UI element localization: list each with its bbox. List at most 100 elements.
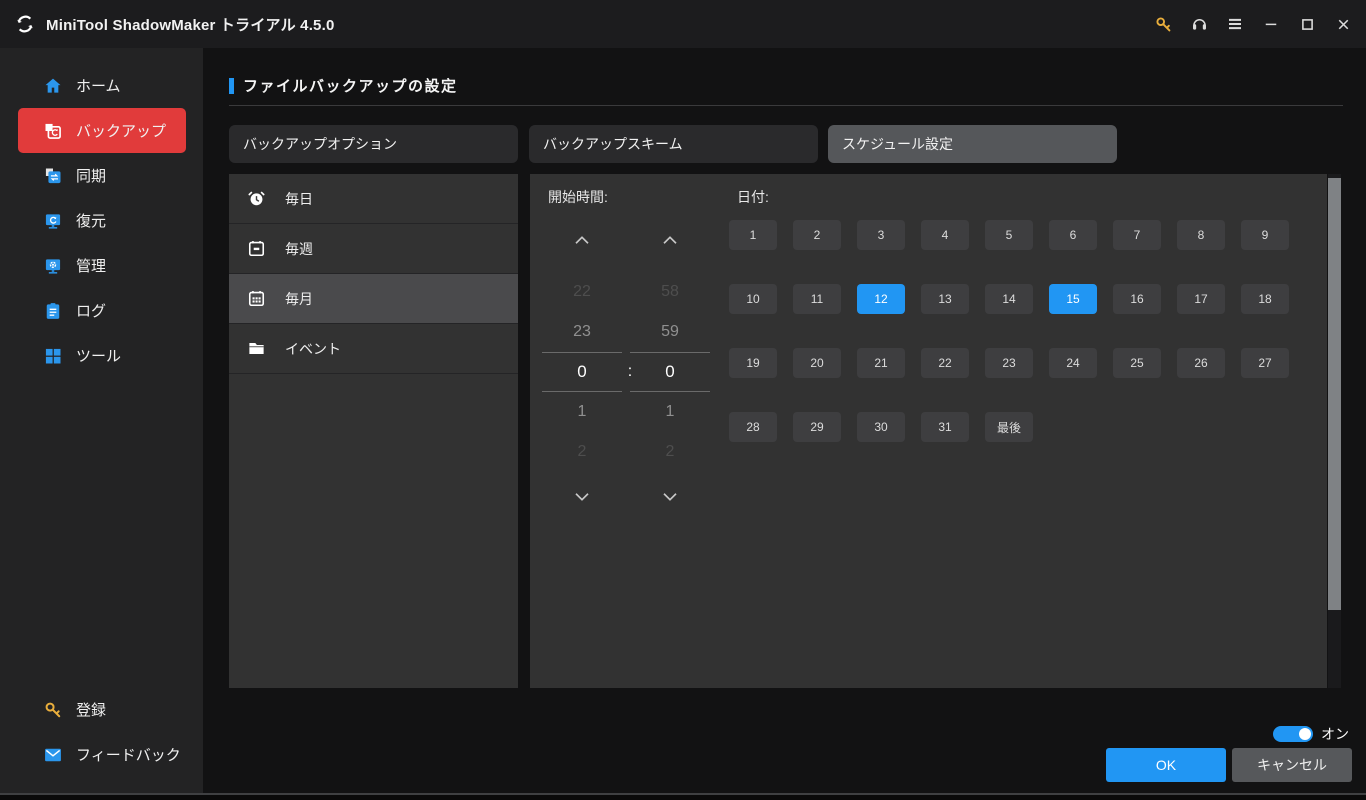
day-button-3[interactable]: 3 xyxy=(857,220,905,250)
scrollbar-track[interactable] xyxy=(1328,174,1341,688)
day-button-1[interactable]: 1 xyxy=(729,220,777,250)
day-button-6[interactable]: 6 xyxy=(1049,220,1097,250)
tab-schedule-settings[interactable]: スケジュール設定 xyxy=(828,125,1117,163)
sidebar-item-tools[interactable]: ツール xyxy=(18,333,186,378)
day-button-18[interactable]: 18 xyxy=(1241,284,1289,314)
titlebar: MiniTool ShadowMaker トライアル 4.5.0 xyxy=(0,0,1366,48)
sidebar-item-home[interactable]: ホーム xyxy=(18,63,186,108)
cancel-button[interactable]: キャンセル xyxy=(1232,748,1352,782)
minute-selected-value[interactable]: 0 xyxy=(630,352,710,392)
day-button-28[interactable]: 28 xyxy=(729,412,777,442)
hour-down-button[interactable] xyxy=(542,488,622,512)
tab-label: バックアップオプション xyxy=(243,134,397,154)
day-button-22[interactable]: 22 xyxy=(921,348,969,378)
day-button-20[interactable]: 20 xyxy=(793,348,841,378)
page-header: ファイルバックアップの設定 xyxy=(229,75,458,96)
hour-up-button[interactable] xyxy=(542,230,622,254)
day-button-29[interactable]: 29 xyxy=(793,412,841,442)
folder-icon xyxy=(245,338,267,360)
day-button-26[interactable]: 26 xyxy=(1177,348,1225,378)
chevron-down-icon xyxy=(661,491,679,509)
day-button-12[interactable]: 12 xyxy=(857,284,905,314)
minute-value[interactable]: 58 xyxy=(630,272,710,312)
sidebar-item-sync[interactable]: 同期 xyxy=(18,153,186,198)
sidebar-item-log[interactable]: ログ xyxy=(18,288,186,333)
ok-button[interactable]: OK xyxy=(1106,748,1226,782)
schedule-type-label: 毎月 xyxy=(285,289,313,309)
tab-backup-scheme[interactable]: バックアップスキーム xyxy=(529,125,818,163)
close-button[interactable] xyxy=(1332,13,1354,35)
minute-value[interactable]: 59 xyxy=(630,312,710,352)
minute-values: 5859012 xyxy=(630,272,710,472)
day-button-23[interactable]: 23 xyxy=(985,348,1033,378)
day-button-2[interactable]: 2 xyxy=(793,220,841,250)
day-button-24[interactable]: 24 xyxy=(1049,348,1097,378)
day-button-11[interactable]: 11 xyxy=(793,284,841,314)
calendar-week-icon xyxy=(245,238,267,260)
day-button-25[interactable]: 25 xyxy=(1113,348,1161,378)
day-button-8[interactable]: 8 xyxy=(1177,220,1225,250)
day-button-15[interactable]: 15 xyxy=(1049,284,1097,314)
menu-icon[interactable] xyxy=(1224,13,1246,35)
minute-spinner: 5859012 xyxy=(630,230,710,512)
schedule-enabled-toggle[interactable] xyxy=(1273,726,1313,742)
day-button-9[interactable]: 9 xyxy=(1241,220,1289,250)
schedule-type-monthly[interactable]: 毎月 xyxy=(229,274,518,324)
hour-value[interactable]: 22 xyxy=(542,272,622,312)
day-button-16[interactable]: 16 xyxy=(1113,284,1161,314)
sidebar-item-backup[interactable]: バックアップ xyxy=(18,108,186,153)
day-button-17[interactable]: 17 xyxy=(1177,284,1225,314)
minute-value[interactable]: 1 xyxy=(630,392,710,432)
schedule-type-daily[interactable]: 毎日 xyxy=(229,174,518,224)
key-icon xyxy=(43,700,63,720)
log-icon xyxy=(43,301,63,321)
sidebar-item-restore[interactable]: 復元 xyxy=(18,198,186,243)
day-button-19[interactable]: 19 xyxy=(729,348,777,378)
scrollbar-thumb[interactable] xyxy=(1328,178,1341,610)
sidebar-item-label: 同期 xyxy=(76,165,106,186)
sidebar-item-label: 登録 xyxy=(76,699,106,720)
sidebar-item-register[interactable]: 登録 xyxy=(18,687,186,732)
day-button-13[interactable]: 13 xyxy=(921,284,969,314)
mail-icon xyxy=(43,745,63,765)
app-logo-icon xyxy=(14,13,36,35)
day-button-21[interactable]: 21 xyxy=(857,348,905,378)
maximize-button[interactable] xyxy=(1296,13,1318,35)
day-button-31[interactable]: 31 xyxy=(921,412,969,442)
support-headset-icon[interactable] xyxy=(1188,13,1210,35)
license-key-icon[interactable] xyxy=(1152,13,1174,35)
hour-value[interactable]: 1 xyxy=(542,392,622,432)
minute-up-button[interactable] xyxy=(630,230,710,254)
hour-value[interactable]: 2 xyxy=(542,432,622,472)
minute-value[interactable]: 2 xyxy=(630,432,710,472)
schedule-type-event[interactable]: イベント xyxy=(229,324,518,374)
window-bottom-strip xyxy=(0,795,1366,800)
tab-backup-options[interactable]: バックアップオプション xyxy=(229,125,518,163)
hour-values: 2223012 xyxy=(542,272,622,472)
schedule-type-list: 毎日毎週毎月イベント xyxy=(229,174,518,374)
sidebar-item-label: フィードバック xyxy=(76,744,181,765)
schedule-type-panel: 毎日毎週毎月イベント xyxy=(229,174,518,688)
day-button-last[interactable]: 最後 xyxy=(985,412,1033,442)
alarm-clock-icon xyxy=(245,188,267,210)
minimize-button[interactable] xyxy=(1260,13,1282,35)
hour-value[interactable]: 23 xyxy=(542,312,622,352)
schedule-type-weekly[interactable]: 毎週 xyxy=(229,224,518,274)
day-button-7[interactable]: 7 xyxy=(1113,220,1161,250)
day-button-30[interactable]: 30 xyxy=(857,412,905,442)
sidebar-item-label: バックアップ xyxy=(76,120,166,141)
day-button-4[interactable]: 4 xyxy=(921,220,969,250)
minute-down-button[interactable] xyxy=(630,488,710,512)
toggle-state-label: オン xyxy=(1321,724,1349,744)
sidebar-item-manage[interactable]: 管理 xyxy=(18,243,186,288)
day-button-5[interactable]: 5 xyxy=(985,220,1033,250)
hour-selected-value[interactable]: 0 xyxy=(542,352,622,392)
day-button-10[interactable]: 10 xyxy=(729,284,777,314)
app-window: MiniTool ShadowMaker トライアル 4.5.0 ホーム xyxy=(0,0,1366,800)
toggle-knob xyxy=(1299,728,1311,740)
sidebar: ホームバックアップ同期復元管理ログツール 登録フィードバック xyxy=(0,48,203,793)
day-button-27[interactable]: 27 xyxy=(1241,348,1289,378)
sidebar-item-feedback[interactable]: フィードバック xyxy=(18,732,186,777)
tabs-row: バックアップオプション バックアップスキームスケジュール設定 xyxy=(229,125,1128,163)
day-button-14[interactable]: 14 xyxy=(985,284,1033,314)
